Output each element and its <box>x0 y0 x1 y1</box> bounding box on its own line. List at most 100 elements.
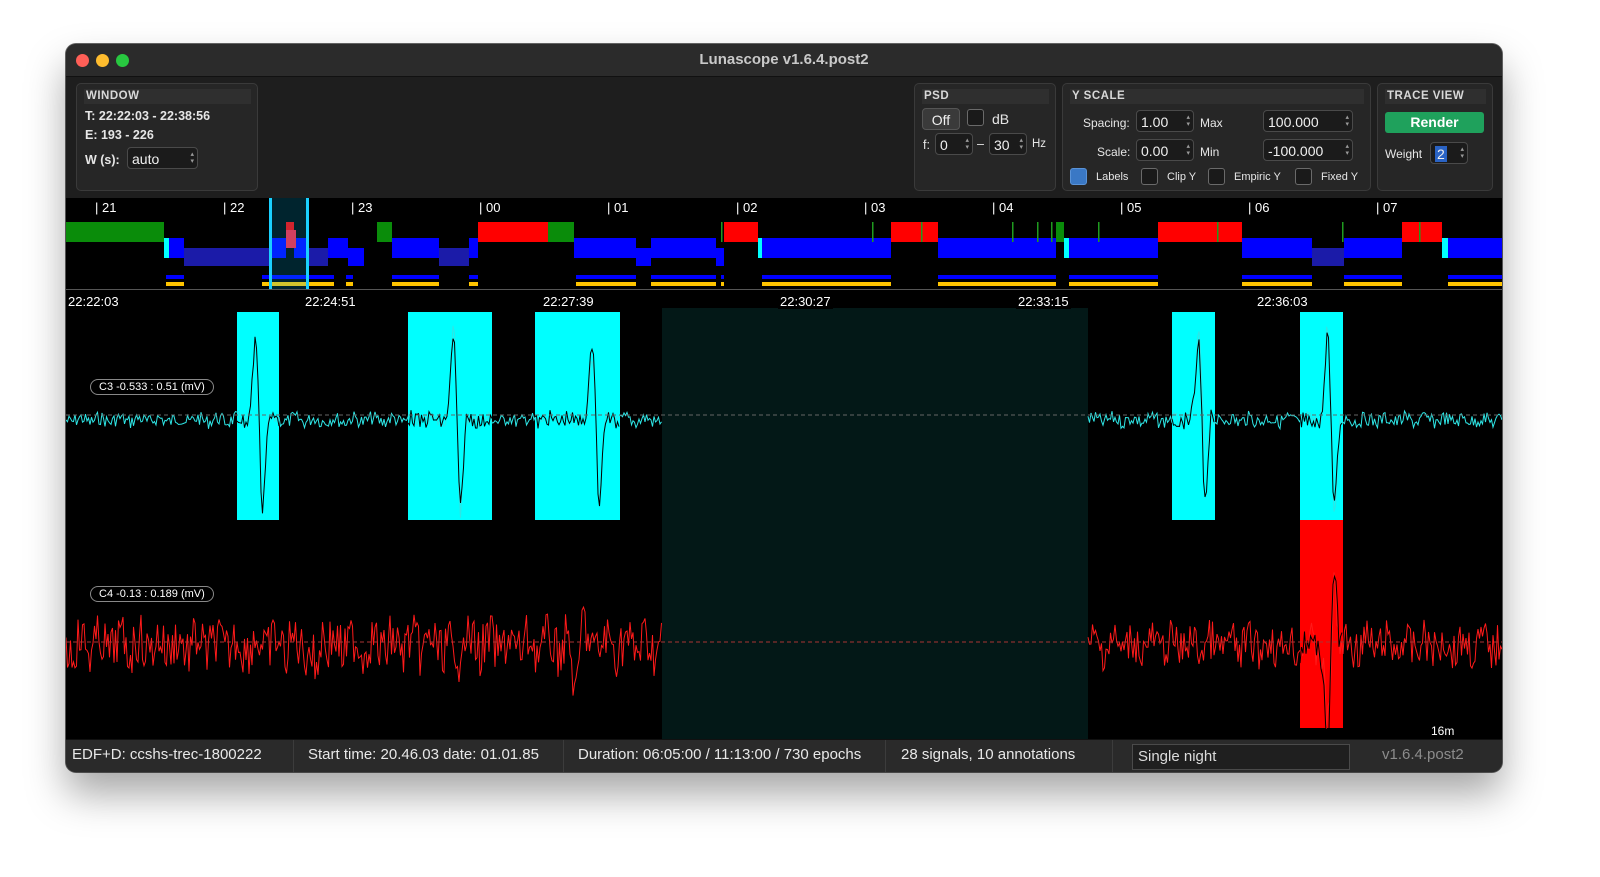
psd-fmax-field[interactable]: 30 ▴ ▾ <box>989 133 1027 155</box>
min-label: Min <box>1200 145 1220 159</box>
trace-view-panel-title: TRACE VIEW <box>1385 89 1486 104</box>
hypnogram-stage-block <box>1064 238 1069 258</box>
hypnogram-stage-block <box>716 248 724 266</box>
hypnogram-event-track <box>1448 282 1502 286</box>
hypnogram-stage-block <box>548 222 574 242</box>
mode-field[interactable]: Single night <box>1132 744 1350 770</box>
channel-label-c4: C4 -0.13 : 0.189 (mV) <box>90 586 214 602</box>
hypnogram-event-track <box>166 275 184 279</box>
time-tick: 22:30:27 <box>778 294 833 309</box>
channel-label-c3: C3 -0.533 : 0.51 (mV) <box>90 379 214 395</box>
hypnogram-stage-block <box>636 248 651 266</box>
stepper-arrows-icon[interactable]: ▴ ▾ <box>1186 143 1190 157</box>
title-bar: Lunascope v1.6.4.post2 <box>66 44 1502 77</box>
psd-f-label: f: <box>923 138 930 152</box>
hypnogram-stage-block <box>651 238 716 258</box>
hour-label: | 22 <box>223 200 245 215</box>
stepper-arrows-icon[interactable]: ▴ ▾ <box>1019 137 1023 151</box>
recording-gap <box>662 308 1088 739</box>
hypnogram-arousal-tick <box>1419 222 1421 242</box>
hour-label: | 03 <box>864 200 886 215</box>
max-field[interactable]: 100.000 ▴ ▾ <box>1263 110 1353 132</box>
hypnogram-stage-block <box>66 222 164 242</box>
hypnogram-deep-block <box>1312 248 1344 266</box>
hypnogram-event-track <box>651 275 716 279</box>
hypnogram-deep-block <box>439 248 469 266</box>
status-duration: Duration: 06:05:00 / 11:13:00 / 730 epoc… <box>572 740 886 772</box>
stepper-arrows-icon[interactable]: ▴ ▾ <box>1345 114 1349 128</box>
hour-label: | 00 <box>479 200 501 215</box>
weight-value: 2 <box>1435 146 1447 162</box>
hypnogram-event-track <box>1242 282 1312 286</box>
fixed-y-label: Fixed Y <box>1321 171 1359 183</box>
labels-checkbox[interactable] <box>1070 168 1087 185</box>
clip-y-checkbox[interactable] <box>1141 168 1158 185</box>
hypnogram-event-track <box>1242 275 1312 279</box>
hypnogram-event-track <box>938 275 1056 279</box>
stepper-arrows-icon[interactable]: ▴ ▾ <box>190 151 194 165</box>
psd-db-label: dB <box>992 111 1010 127</box>
hypnogram-stage-block <box>724 222 758 242</box>
c3-signal-trace <box>1087 326 1502 512</box>
hypnogram-arousal-tick <box>921 222 923 242</box>
c4-signal-trace <box>66 605 662 696</box>
scale-field[interactable]: 0.00 ▴ ▾ <box>1136 139 1194 161</box>
spacing-field[interactable]: 1.00 ▴ ▾ <box>1136 110 1194 132</box>
psd-fmin-field[interactable]: 0 ▴ ▾ <box>935 133 973 155</box>
spacing-value: 1.00 <box>1141 114 1169 130</box>
signal-view[interactable]: 22:22:03 22:24:51 22:27:39 22:30:27 22:3… <box>66 290 1502 739</box>
weight-field[interactable]: 2 ▴ ▾ <box>1430 142 1468 164</box>
hypnogram-stage-block <box>574 238 636 258</box>
render-button[interactable]: Render <box>1385 112 1484 133</box>
hypnogram-event-track <box>576 275 636 279</box>
hypnogram-window-left-edge <box>269 198 272 289</box>
hypnogram-arousal-tick <box>1051 222 1053 242</box>
stepper-arrows-icon[interactable]: ▴ ▾ <box>965 137 969 151</box>
hypnogram-arousal-tick <box>1217 222 1219 242</box>
hypnogram-event-track <box>938 282 1056 286</box>
hour-label: | 23 <box>351 200 373 215</box>
empiric-y-checkbox[interactable] <box>1208 168 1225 185</box>
hour-label: | 21 <box>95 200 117 215</box>
stepper-arrows-icon[interactable]: ▴ ▾ <box>1345 143 1349 157</box>
hypnogram-arousal-tick <box>721 222 723 242</box>
min-field[interactable]: -100.000 ▴ ▾ <box>1263 139 1353 161</box>
window-width-label: W (s): <box>85 153 120 167</box>
hypnogram-event-track <box>392 275 439 279</box>
stepper-arrows-icon[interactable]: ▴ ▾ <box>1186 114 1190 128</box>
hypnogram-stage-block <box>891 222 938 242</box>
signal-canvas[interactable] <box>66 290 1502 739</box>
hypnogram-event-track <box>469 282 478 286</box>
window-title: Lunascope v1.6.4.post2 <box>699 51 869 68</box>
hypnogram-stage-block <box>1442 238 1448 258</box>
hypnogram-deep-block <box>184 248 270 266</box>
spacing-label: Spacing: <box>1083 116 1130 130</box>
psd-fmin-value: 0 <box>940 137 948 153</box>
hypnogram-stage-block <box>1069 238 1158 258</box>
hour-label: | 06 <box>1248 200 1270 215</box>
hypnogram-event-track <box>1344 275 1402 279</box>
hypnogram[interactable]: | 21 | 22 | 23 | 00 | 01 | 02 | 03 | 04 … <box>66 198 1502 290</box>
time-tick: 22:33:15 <box>1016 294 1071 309</box>
fixed-y-checkbox[interactable] <box>1295 168 1312 185</box>
weight-label: Weight <box>1385 147 1423 161</box>
psd-off-button[interactable]: Off <box>922 108 960 130</box>
hypnogram-event-track <box>1069 275 1158 279</box>
hour-label: | 01 <box>607 200 629 215</box>
hypnogram-stage-block <box>334 238 348 258</box>
psd-db-checkbox[interactable] <box>967 109 984 126</box>
hypnogram-arousal-tick <box>1037 222 1039 242</box>
hypnogram-event-track <box>576 282 636 286</box>
hypnogram-canvas[interactable] <box>66 198 1502 289</box>
hypnogram-arousal-tick <box>872 222 874 242</box>
window-width-field[interactable]: auto ▴ ▾ <box>127 147 198 169</box>
hypnogram-stage-block <box>1056 222 1064 242</box>
hypnogram-arousal-tick <box>1012 222 1014 242</box>
hypnogram-event-track <box>166 282 184 286</box>
hypnogram-stage-block <box>1344 238 1402 258</box>
time-tick: 22:27:39 <box>541 294 596 309</box>
hour-label: | 07 <box>1376 200 1398 215</box>
scale-label: Scale: <box>1097 145 1131 159</box>
max-label: Max <box>1200 116 1223 130</box>
stepper-arrows-icon[interactable]: ▴ ▾ <box>1460 146 1464 160</box>
